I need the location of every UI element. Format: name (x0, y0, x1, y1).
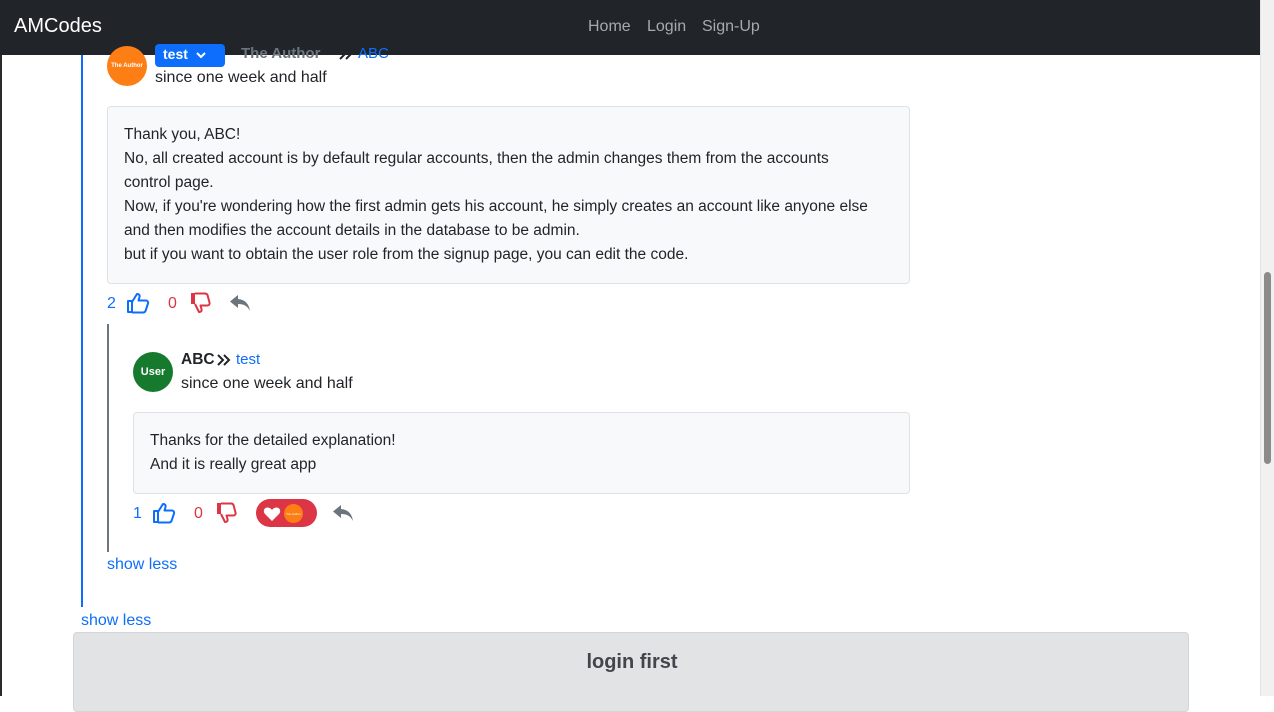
comment-text-line: control page. (124, 174, 214, 191)
heart-icon (263, 507, 281, 521)
nav-link-home[interactable]: Home (588, 18, 631, 36)
dislike-count: 0 (168, 295, 177, 312)
author-avatar: The Author (107, 46, 147, 86)
avatar-label: The Author (111, 63, 143, 69)
comment-time: since one week and half (155, 69, 327, 86)
thumbs-down-icon[interactable] (189, 292, 211, 314)
show-less-comments-link[interactable]: show less (81, 612, 151, 630)
avatar-label: The Author (286, 511, 301, 516)
double-chevron-right-icon (217, 354, 231, 366)
thumbs-up-icon[interactable] (126, 292, 150, 314)
comment-text-line: Thank you, ABC! (124, 126, 241, 143)
thumbs-up-icon[interactable] (152, 502, 176, 524)
show-less-replies-link[interactable]: show less (107, 556, 177, 574)
reaction-user-avatar: The Author (284, 504, 303, 523)
reply-body (133, 412, 910, 494)
reply-time: since one week and half (181, 375, 353, 392)
login-notice: login first (73, 632, 1189, 712)
scrollbar-thumb[interactable] (1264, 272, 1271, 464)
nav-link-signup[interactable]: Sign-Up (702, 18, 760, 36)
reply-target-link[interactable]: test (236, 351, 260, 368)
avatar-label: User (140, 366, 166, 378)
comment-text-line: and then modifies the account details in… (124, 222, 580, 239)
reply-icon[interactable] (229, 294, 251, 312)
comment-text-line: Now, if you're wondering how the first a… (124, 198, 868, 215)
comment-text-line: but if you want to obtain the user role … (124, 246, 689, 263)
nav-link-login[interactable]: Login (647, 18, 686, 36)
dislike-count: 0 (194, 505, 203, 522)
user-avatar: User (133, 352, 173, 392)
login-notice-text: login first (586, 651, 678, 673)
reply-icon[interactable] (332, 504, 354, 522)
like-count: 1 (133, 505, 142, 522)
comment-text-line: No, all created account is by default re… (124, 150, 829, 167)
author-role: The Author (241, 45, 321, 62)
thumbs-down-icon[interactable] (215, 502, 237, 524)
like-count: 2 (107, 295, 116, 312)
reply-text-line: Thanks for the detailed explanation! (150, 432, 396, 449)
reply-text-line: And it is really great app (150, 456, 317, 473)
reply-thread-line (107, 324, 109, 552)
brand-logo[interactable]: AMCodes (14, 15, 102, 38)
reply-target-link[interactable]: ABC (358, 45, 389, 62)
reply-author-name[interactable]: ABC (181, 351, 215, 369)
chevron-down-icon (196, 52, 206, 59)
user-dropdown-button[interactable]: test (155, 44, 225, 67)
thread-line (81, 55, 83, 607)
double-chevron-right-icon (339, 48, 353, 60)
window-border (0, 0, 2, 696)
user-dropdown-label: test (163, 46, 188, 62)
